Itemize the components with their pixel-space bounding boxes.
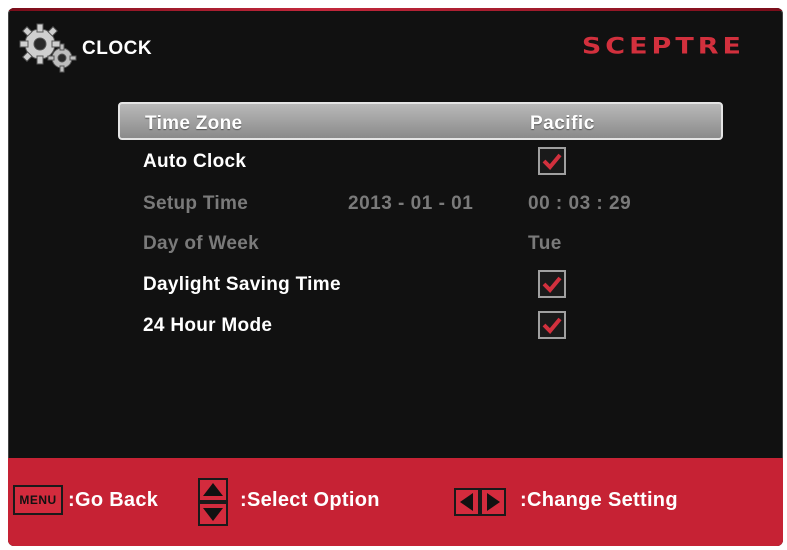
menu-key-icon: MENU (13, 485, 63, 515)
day-of-week-value: Tue (528, 233, 562, 254)
row-value: Pacific (530, 113, 595, 134)
row-label: Auto Clock (143, 151, 247, 172)
up-down-arrows-icon (198, 478, 228, 526)
change-setting-hint: :Change Setting (520, 489, 678, 511)
row-label: Day of Week (143, 233, 259, 254)
header: CLOCK SCEPTRE (8, 8, 783, 88)
page-title: CLOCK (82, 38, 153, 59)
menu-row-24-hour-mode[interactable]: 24 Hour Mode (118, 306, 723, 344)
row-label: Time Zone (145, 113, 243, 134)
left-right-arrows-icon (454, 488, 506, 516)
daylight-saving-checkbox[interactable] (538, 270, 566, 298)
footer-help-bar: MENU :Go Back :Select Option :Change Set… (8, 458, 783, 546)
gear-icon (19, 23, 77, 73)
brand-logo: SCEPTRE (581, 34, 745, 60)
menu-row-daylight-saving[interactable]: Daylight Saving Time (118, 265, 723, 303)
checkmark-icon (542, 317, 562, 334)
auto-clock-checkbox[interactable] (538, 147, 566, 175)
24-hour-mode-checkbox[interactable] (538, 311, 566, 339)
checkmark-icon (542, 276, 562, 293)
go-back-hint: :Go Back (68, 489, 159, 511)
menu-row-time-zone[interactable]: Time Zone Pacific (118, 102, 723, 140)
osd-screen: CLOCK SCEPTRE Time Zone Pacific Auto Clo… (8, 8, 783, 546)
menu-row-auto-clock[interactable]: Auto Clock (118, 142, 723, 180)
row-label: Daylight Saving Time (143, 274, 341, 295)
row-label: 24 Hour Mode (143, 315, 273, 336)
setup-time-value: 00 : 03 : 29 (528, 193, 632, 214)
select-option-hint: :Select Option (240, 489, 380, 511)
menu-row-day-of-week: Day of Week Tue (118, 224, 723, 262)
checkmark-icon (542, 153, 562, 170)
menu-row-setup-time: Setup Time 2013 - 01 - 01 00 : 03 : 29 (118, 184, 723, 222)
row-label: Setup Time (143, 193, 249, 214)
setup-date: 2013 - 01 - 01 (348, 193, 474, 214)
